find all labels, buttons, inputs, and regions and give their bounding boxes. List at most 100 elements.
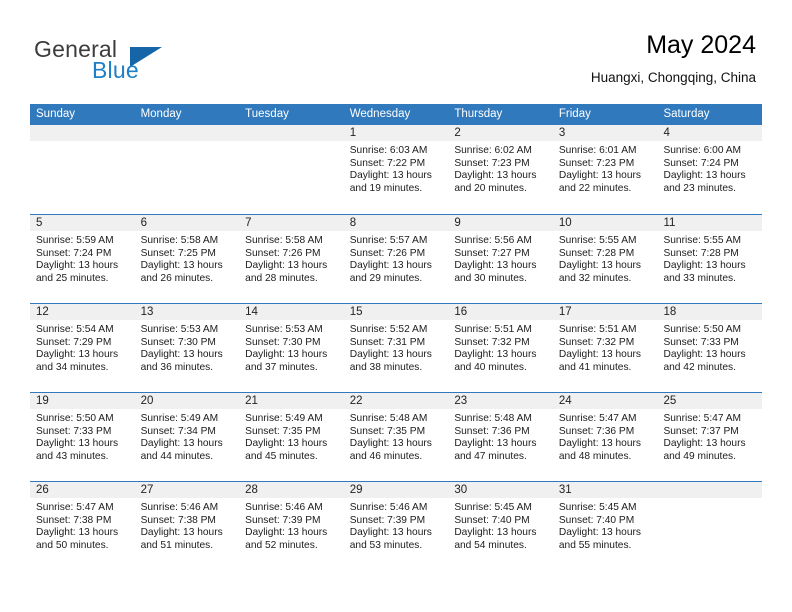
daylight-text: Daylight: 13 hours [349, 527, 432, 539]
daylight-text-cont: and 22 minutes. [558, 182, 632, 194]
sunset-text: Sunset: 7:30 PM [140, 336, 216, 348]
daylight-text-cont: and 32 minutes. [558, 272, 632, 284]
calendar-day-cell[interactable]: 31 Sunrise: 5:45 AM Sunset: 7:40 PM Dayligh… [552, 482, 658, 570]
day-sun-info [135, 141, 240, 145]
calendar-day-cell[interactable]: 15 Sunrise: 5:52 AM Sunset: 7:31 PM Dayligh… [343, 304, 449, 392]
calendar-day-cell[interactable]: 27 Sunrise: 5:46 AM Sunset: 7:38 PM Dayligh… [134, 482, 240, 570]
calendar-day-cell[interactable]: 19 Sunrise: 5:50 AM Sunset: 7:33 PM Dayligh… [30, 393, 135, 481]
calendar-day-cell[interactable]: 5 Sunrise: 5:59 AM Sunset: 7:24 PM Daylight… [30, 215, 135, 303]
day-sun-info: Sunrise: 5:46 AM Sunset: 7:38 PM Daylight:… [135, 498, 240, 552]
title-block: May 2024 Huangxi, Chongqing, China [591, 30, 756, 86]
calendar-week-row: 26 Sunrise: 5:47 AM Sunset: 7:38 PM Dayligh… [30, 481, 763, 570]
sunset-text: Sunset: 7:31 PM [349, 336, 426, 348]
daylight-text: Daylight: 13 hours [36, 527, 119, 539]
daylight-text: Daylight: 13 hours [245, 260, 328, 272]
sunset-text: Sunset: 7:40 PM [558, 514, 635, 526]
calendar-day-cell[interactable]: 28 Sunrise: 5:46 AM Sunset: 7:39 PM Dayligh… [239, 482, 344, 570]
day-sun-info: Sunrise: 5:47 AM Sunset: 7:36 PM Daylight:… [553, 409, 658, 463]
sunrise-text: Sunrise: 5:48 AM [454, 413, 532, 424]
calendar-day-cell[interactable]: 10 Sunrise: 5:55 AM Sunset: 7:28 PM Dayligh… [552, 215, 658, 303]
calendar-day-cell[interactable]: 23 Sunrise: 5:48 AM Sunset: 7:36 PM Dayligh… [448, 393, 553, 481]
daylight-text-cont: and 28 minutes. [245, 272, 318, 284]
sunrise-text: Sunrise: 5:55 AM [558, 235, 637, 246]
calendar-day-cell[interactable]: 2 Sunrise: 6:02 AM Sunset: 7:23 PM Daylight… [448, 125, 553, 214]
calendar-day-cell[interactable]: 24 Sunrise: 5:47 AM Sunset: 7:36 PM Dayligh… [552, 393, 658, 481]
day-number: 7 [239, 215, 344, 231]
sunset-text: Sunset: 7:27 PM [454, 247, 530, 259]
calendar-day-cell[interactable]: 21 Sunrise: 5:49 AM Sunset: 7:35 PM Dayligh… [239, 393, 344, 481]
daylight-text-cont: and 26 minutes. [140, 272, 214, 284]
generalblue-logo[interactable]: General Blue [34, 36, 244, 86]
calendar-day-cell[interactable]: 25 Sunrise: 5:47 AM Sunset: 7:37 PM Dayligh… [657, 393, 763, 481]
day-sun-info: Sunrise: 5:45 AM Sunset: 7:40 PM Daylight:… [553, 498, 658, 552]
calendar-day-cell[interactable]: 13 Sunrise: 5:53 AM Sunset: 7:30 PM Dayligh… [134, 304, 240, 392]
weekday-header-sunday: Sunday [36, 108, 76, 120]
daylight-text: Daylight: 13 hours [140, 260, 223, 272]
sunset-text: Sunset: 7:33 PM [663, 336, 739, 348]
calendar-day-cell[interactable]: 7 Sunrise: 5:58 AM Sunset: 7:26 PM Daylight… [239, 215, 344, 303]
weekday-header-saturday: Saturday [663, 108, 710, 120]
page-title: May 2024 [646, 31, 756, 59]
daylight-text: Daylight: 13 hours [349, 349, 432, 361]
sunrise-text: Sunrise: 5:51 AM [558, 324, 637, 335]
calendar-day-cell[interactable]: 22 Sunrise: 5:48 AM Sunset: 7:35 PM Dayligh… [343, 393, 449, 481]
sunrise-text: Sunrise: 5:46 AM [245, 502, 323, 513]
sunset-text: Sunset: 7:35 PM [349, 425, 426, 437]
day-number: 29 [343, 482, 449, 498]
daylight-text: Daylight: 13 hours [454, 260, 537, 272]
sunset-text: Sunset: 7:38 PM [36, 514, 112, 526]
daylight-text-cont: and 36 minutes. [140, 361, 214, 373]
day-sun-info: Sunrise: 5:55 AM Sunset: 7:28 PM Daylight:… [553, 231, 658, 285]
sunrise-text: Sunrise: 5:45 AM [558, 502, 637, 513]
day-sun-info: Sunrise: 5:46 AM Sunset: 7:39 PM Daylight:… [344, 498, 449, 552]
calendar-day-cell[interactable]: 29 Sunrise: 5:46 AM Sunset: 7:39 PM Dayligh… [343, 482, 449, 570]
day-number: 13 [134, 304, 240, 320]
calendar-day-cell[interactable]: 16 Sunrise: 5:51 AM Sunset: 7:32 PM Dayligh… [448, 304, 553, 392]
sunrise-text: Sunrise: 6:00 AM [663, 145, 742, 156]
day-number [657, 482, 763, 498]
calendar-day-cell[interactable]: 9 Sunrise: 5:56 AM Sunset: 7:27 PM Daylight… [448, 215, 553, 303]
day-number: 31 [552, 482, 658, 498]
calendar-day-cell[interactable]: 4 Sunrise: 6:00 AM Sunset: 7:24 PM Daylight… [657, 125, 763, 214]
daylight-text: Daylight: 13 hours [36, 260, 119, 272]
sunset-text: Sunset: 7:30 PM [245, 336, 321, 348]
day-sun-info [239, 141, 344, 145]
calendar-day-cell[interactable]: 14 Sunrise: 5:53 AM Sunset: 7:30 PM Dayligh… [239, 304, 344, 392]
calendar-week-row: 1 Sunrise: 6:03 AM Sunset: 7:22 PM Daylight… [30, 125, 763, 214]
calendar-day-cell[interactable]: 30 Sunrise: 5:45 AM Sunset: 7:40 PM Dayligh… [448, 482, 553, 570]
sunrise-text: Sunrise: 5:50 AM [36, 413, 114, 424]
sunset-text: Sunset: 7:32 PM [558, 336, 635, 348]
calendar-day-cell[interactable]: 26 Sunrise: 5:47 AM Sunset: 7:38 PM Dayligh… [30, 482, 135, 570]
day-sun-info: Sunrise: 6:01 AM Sunset: 7:23 PM Daylight:… [553, 141, 658, 195]
weekday-header-tuesday: Tuesday [245, 108, 289, 120]
sunset-text: Sunset: 7:35 PM [245, 425, 321, 437]
daylight-text: Daylight: 13 hours [558, 260, 642, 272]
weekday-header-wednesday: Wednesday [349, 108, 411, 120]
sunrise-text: Sunrise: 6:01 AM [558, 145, 637, 156]
day-sun-info: Sunrise: 5:51 AM Sunset: 7:32 PM Daylight:… [553, 320, 658, 374]
sunrise-text: Sunrise: 5:46 AM [140, 502, 219, 513]
daylight-text: Daylight: 13 hours [140, 527, 223, 539]
daylight-text: Daylight: 13 hours [558, 438, 642, 450]
calendar-day-cell[interactable]: 17 Sunrise: 5:51 AM Sunset: 7:32 PM Dayligh… [552, 304, 658, 392]
calendar-day-cell[interactable]: 3 Sunrise: 6:01 AM Sunset: 7:23 PM Daylight… [552, 125, 658, 214]
daylight-text-cont: and 49 minutes. [663, 450, 736, 462]
day-number: 1 [343, 125, 449, 141]
sunrise-text: Sunrise: 6:03 AM [349, 145, 428, 156]
calendar-week-row: 19 Sunrise: 5:50 AM Sunset: 7:33 PM Dayligh… [30, 392, 763, 481]
calendar-day-cell[interactable]: 20 Sunrise: 5:49 AM Sunset: 7:34 PM Dayligh… [134, 393, 240, 481]
daylight-text-cont: and 37 minutes. [245, 361, 318, 373]
daylight-text-cont: and 30 minutes. [454, 272, 527, 284]
daylight-text-cont: and 19 minutes. [349, 182, 423, 194]
calendar-day-cell[interactable]: 6 Sunrise: 5:58 AM Sunset: 7:25 PM Daylight… [134, 215, 240, 303]
calendar-day-cell[interactable]: 18 Sunrise: 5:50 AM Sunset: 7:33 PM Dayligh… [657, 304, 763, 392]
weekday-header-thursday: Thursday [454, 108, 503, 120]
calendar-day-cell[interactable]: 11 Sunrise: 5:55 AM Sunset: 7:28 PM Dayligh… [657, 215, 763, 303]
calendar-day-cell[interactable]: 8 Sunrise: 5:57 AM Sunset: 7:26 PM Daylight… [343, 215, 449, 303]
calendar-week-row: 12 Sunrise: 5:54 AM Sunset: 7:29 PM Dayligh… [30, 303, 763, 392]
calendar-day-cell[interactable]: 1 Sunrise: 6:03 AM Sunset: 7:22 PM Daylight… [343, 125, 449, 214]
day-number [239, 125, 344, 141]
sunset-text: Sunset: 7:39 PM [349, 514, 426, 526]
sunset-text: Sunset: 7:37 PM [663, 425, 739, 437]
calendar-day-cell[interactable]: 12 Sunrise: 5:54 AM Sunset: 7:29 PM Dayligh… [30, 304, 135, 392]
